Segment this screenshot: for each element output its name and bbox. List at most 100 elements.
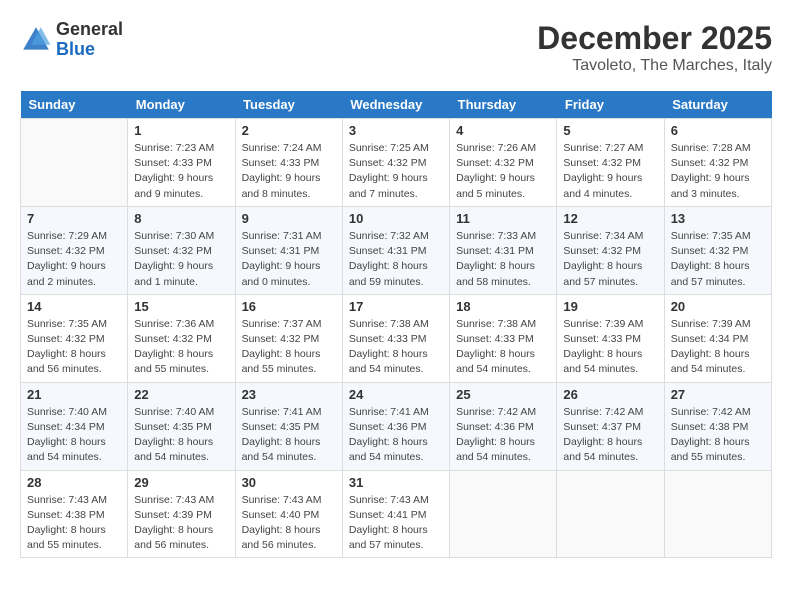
day-number: 12: [563, 211, 657, 226]
day-info: Sunrise: 7:28 AMSunset: 4:32 PMDaylight:…: [671, 141, 765, 202]
calendar-cell: 17Sunrise: 7:38 AMSunset: 4:33 PMDayligh…: [342, 294, 449, 382]
day-info: Sunrise: 7:42 AMSunset: 4:36 PMDaylight:…: [456, 405, 550, 466]
calendar-cell: 22Sunrise: 7:40 AMSunset: 4:35 PMDayligh…: [128, 382, 235, 470]
month-title: December 2025: [537, 20, 772, 57]
weekday-header-sunday: Sunday: [21, 91, 128, 119]
day-number: 1: [134, 123, 228, 138]
day-number: 31: [349, 475, 443, 490]
calendar-body: 1 Sunrise: 7:23 AMSunset: 4:33 PMDaylight…: [21, 119, 772, 558]
day-info: Sunrise: 7:43 AMSunset: 4:39 PMDaylight:…: [134, 493, 228, 554]
calendar-cell: 31 Sunrise: 7:43 AMSunset: 4:41 PMDayligh…: [342, 470, 449, 558]
day-number: 22: [134, 387, 228, 402]
calendar-cell: 25 Sunrise: 7:42 AMSunset: 4:36 PMDayligh…: [450, 382, 557, 470]
weekday-header-wednesday: Wednesday: [342, 91, 449, 119]
calendar-cell: 6 Sunrise: 7:28 AMSunset: 4:32 PMDaylight…: [664, 119, 771, 207]
day-info: Sunrise: 7:35 AMSunset: 4:32 PMDaylight:…: [671, 229, 765, 290]
day-info: Sunrise: 7:26 AMSunset: 4:32 PMDaylight:…: [456, 141, 550, 202]
day-number: 29: [134, 475, 228, 490]
day-info: Sunrise: 7:36 AMSunset: 4:32 PMDaylight:…: [134, 317, 228, 378]
weekday-header-tuesday: Tuesday: [235, 91, 342, 119]
day-number: 26: [563, 387, 657, 402]
day-info: Sunrise: 7:41 AMSunset: 4:36 PMDaylight:…: [349, 405, 443, 466]
day-number: 3: [349, 123, 443, 138]
day-number: 28: [27, 475, 121, 490]
day-info: Sunrise: 7:42 AMSunset: 4:38 PMDaylight:…: [671, 405, 765, 466]
calendar-cell: 4 Sunrise: 7:26 AMSunset: 4:32 PMDaylight…: [450, 119, 557, 207]
day-number: 20: [671, 299, 765, 314]
weekday-header-thursday: Thursday: [450, 91, 557, 119]
logo-icon: [20, 24, 52, 56]
calendar-cell: 23 Sunrise: 7:41 AMSunset: 4:35 PMDayligh…: [235, 382, 342, 470]
day-number: 13: [671, 211, 765, 226]
calendar-cell: 11 Sunrise: 7:33 AMSunset: 4:31 PMDayligh…: [450, 206, 557, 294]
title-area: December 2025 Tavoleto, The Marches, Ita…: [537, 20, 772, 75]
calendar-week-2: 7 Sunrise: 7:29 AMSunset: 4:32 PMDaylight…: [21, 206, 772, 294]
day-number: 7: [27, 211, 121, 226]
day-info: Sunrise: 7:39 AMSunset: 4:33 PMDaylight:…: [563, 317, 657, 378]
location: Tavoleto, The Marches, Italy: [537, 57, 772, 75]
calendar-cell: [450, 470, 557, 558]
day-info: Sunrise: 7:33 AMSunset: 4:31 PMDaylight:…: [456, 229, 550, 290]
calendar-cell: 28 Sunrise: 7:43 AMSunset: 4:38 PMDayligh…: [21, 470, 128, 558]
calendar-week-4: 21Sunrise: 7:40 AMSunset: 4:34 PMDayligh…: [21, 382, 772, 470]
day-info: Sunrise: 7:39 AMSunset: 4:34 PMDaylight:…: [671, 317, 765, 378]
day-number: 27: [671, 387, 765, 402]
day-info: Sunrise: 7:35 AMSunset: 4:32 PMDaylight:…: [27, 317, 121, 378]
calendar-week-5: 28 Sunrise: 7:43 AMSunset: 4:38 PMDayligh…: [21, 470, 772, 558]
calendar-cell: [557, 470, 664, 558]
day-number: 8: [134, 211, 228, 226]
day-info: Sunrise: 7:30 AMSunset: 4:32 PMDaylight:…: [134, 229, 228, 290]
calendar-cell: [21, 119, 128, 207]
day-number: 25: [456, 387, 550, 402]
calendar-cell: 29 Sunrise: 7:43 AMSunset: 4:39 PMDayligh…: [128, 470, 235, 558]
day-info: Sunrise: 7:37 AMSunset: 4:32 PMDaylight:…: [242, 317, 336, 378]
day-info: Sunrise: 7:31 AMSunset: 4:31 PMDaylight:…: [242, 229, 336, 290]
weekday-header-saturday: Saturday: [664, 91, 771, 119]
weekday-header-friday: Friday: [557, 91, 664, 119]
logo-text: General Blue: [56, 20, 123, 60]
day-number: 9: [242, 211, 336, 226]
day-info: Sunrise: 7:23 AMSunset: 4:33 PMDaylight:…: [134, 141, 228, 202]
day-number: 15: [134, 299, 228, 314]
day-info: Sunrise: 7:43 AMSunset: 4:40 PMDaylight:…: [242, 493, 336, 554]
day-number: 2: [242, 123, 336, 138]
day-number: 14: [27, 299, 121, 314]
day-number: 6: [671, 123, 765, 138]
day-info: Sunrise: 7:27 AMSunset: 4:32 PMDaylight:…: [563, 141, 657, 202]
calendar-cell: 9 Sunrise: 7:31 AMSunset: 4:31 PMDaylight…: [235, 206, 342, 294]
calendar-cell: 26 Sunrise: 7:42 AMSunset: 4:37 PMDayligh…: [557, 382, 664, 470]
day-info: Sunrise: 7:24 AMSunset: 4:33 PMDaylight:…: [242, 141, 336, 202]
calendar-cell: 2 Sunrise: 7:24 AMSunset: 4:33 PMDaylight…: [235, 119, 342, 207]
calendar-cell: 19Sunrise: 7:39 AMSunset: 4:33 PMDayligh…: [557, 294, 664, 382]
weekday-header-row: SundayMondayTuesdayWednesdayThursdayFrid…: [21, 91, 772, 119]
day-number: 16: [242, 299, 336, 314]
day-info: Sunrise: 7:29 AMSunset: 4:32 PMDaylight:…: [27, 229, 121, 290]
calendar-cell: 14 Sunrise: 7:35 AMSunset: 4:32 PMDayligh…: [21, 294, 128, 382]
day-info: Sunrise: 7:43 AMSunset: 4:41 PMDaylight:…: [349, 493, 443, 554]
logo-general: General: [56, 20, 123, 40]
day-info: Sunrise: 7:42 AMSunset: 4:37 PMDaylight:…: [563, 405, 657, 466]
calendar-cell: 20 Sunrise: 7:39 AMSunset: 4:34 PMDayligh…: [664, 294, 771, 382]
calendar-cell: 18Sunrise: 7:38 AMSunset: 4:33 PMDayligh…: [450, 294, 557, 382]
calendar-cell: 27 Sunrise: 7:42 AMSunset: 4:38 PMDayligh…: [664, 382, 771, 470]
day-info: Sunrise: 7:40 AMSunset: 4:34 PMDaylight:…: [27, 405, 121, 466]
calendar-week-3: 14 Sunrise: 7:35 AMSunset: 4:32 PMDayligh…: [21, 294, 772, 382]
day-info: Sunrise: 7:34 AMSunset: 4:32 PMDaylight:…: [563, 229, 657, 290]
day-info: Sunrise: 7:43 AMSunset: 4:38 PMDaylight:…: [27, 493, 121, 554]
calendar-cell: 7 Sunrise: 7:29 AMSunset: 4:32 PMDaylight…: [21, 206, 128, 294]
day-number: 4: [456, 123, 550, 138]
day-info: Sunrise: 7:41 AMSunset: 4:35 PMDaylight:…: [242, 405, 336, 466]
day-number: 10: [349, 211, 443, 226]
calendar-cell: 10Sunrise: 7:32 AMSunset: 4:31 PMDayligh…: [342, 206, 449, 294]
calendar-cell: 24Sunrise: 7:41 AMSunset: 4:36 PMDayligh…: [342, 382, 449, 470]
calendar-table: SundayMondayTuesdayWednesdayThursdayFrid…: [20, 91, 772, 558]
calendar-cell: 12 Sunrise: 7:34 AMSunset: 4:32 PMDayligh…: [557, 206, 664, 294]
calendar-cell: 21Sunrise: 7:40 AMSunset: 4:34 PMDayligh…: [21, 382, 128, 470]
day-number: 23: [242, 387, 336, 402]
calendar-cell: 1 Sunrise: 7:23 AMSunset: 4:33 PMDaylight…: [128, 119, 235, 207]
day-number: 11: [456, 211, 550, 226]
logo-blue: Blue: [56, 40, 123, 60]
calendar-cell: 13 Sunrise: 7:35 AMSunset: 4:32 PMDayligh…: [664, 206, 771, 294]
calendar-cell: 5Sunrise: 7:27 AMSunset: 4:32 PMDaylight…: [557, 119, 664, 207]
day-info: Sunrise: 7:38 AMSunset: 4:33 PMDaylight:…: [349, 317, 443, 378]
